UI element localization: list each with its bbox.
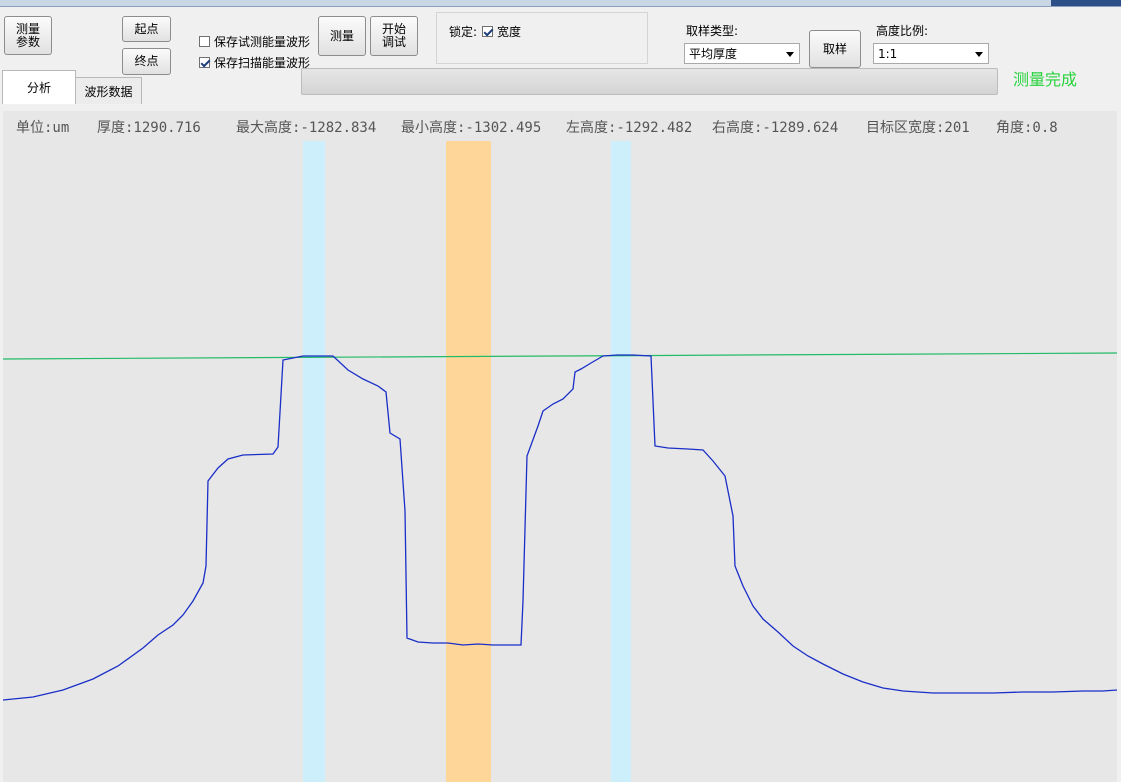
start-debug-button[interactable]: 开始 调试 (370, 16, 418, 56)
unit-text: 单位:um (16, 120, 70, 136)
tab-analysis[interactable]: 分析 (2, 70, 76, 104)
sample-button[interactable]: 取样 (809, 30, 861, 68)
thickness-text: 厚度:1290.716 (97, 120, 201, 136)
progress-bar (301, 68, 998, 95)
right-marker-band (611, 141, 631, 782)
height-ratio-select[interactable]: 1:1 (873, 43, 989, 64)
checkbox-box[interactable] (199, 36, 210, 47)
width-label: 宽度 (497, 25, 522, 39)
measure-params-button[interactable]: 测量 参数 (4, 16, 52, 55)
chevron-down-icon (786, 52, 794, 57)
save-scan-wave-checkbox[interactable]: 保存扫描能量波形 (199, 54, 310, 71)
checkbox-box[interactable] (199, 57, 210, 68)
waveform-plot (3, 141, 1117, 782)
height-ratio-label: 高度比例: (876, 24, 929, 38)
start-point-button[interactable]: 起点 (122, 16, 171, 42)
left-marker-band (303, 141, 325, 782)
status-text: 测量完成 (1013, 70, 1078, 89)
width-checkbox[interactable]: 宽度 (482, 23, 521, 40)
center-marker-band (446, 141, 491, 782)
measurement-info: 单位:um 厚度:1290.716 最大高度:-1282.834 最小高度:-1… (0, 117, 1121, 137)
max-height-text: 最大高度:-1282.834 (236, 120, 377, 136)
checkbox-box[interactable] (482, 26, 493, 37)
sampling-type-label: 取样类型: (686, 24, 739, 38)
right-height-text: 右高度:-1289.624 (712, 120, 839, 136)
tab-wave-data-label: 波形数据 (84, 84, 133, 99)
min-height-text: 最小高度:-1302.495 (401, 120, 542, 136)
save-test-wave-label: 保存试测能量波形 (214, 35, 311, 49)
measure-button[interactable]: 测量 (318, 16, 366, 56)
angle-text: 角度:0.8 (996, 120, 1058, 136)
tab-analysis-label: 分析 (26, 81, 51, 95)
left-height-text: 左高度:-1292.482 (566, 120, 693, 136)
waveform-line (3, 354, 1117, 701)
save-test-wave-checkbox[interactable]: 保存试测能量波形 (199, 33, 310, 50)
chevron-down-icon (975, 52, 983, 57)
tab-wave-data[interactable]: 波形数据 (75, 77, 142, 104)
toolbar: 测量 参数 起点 终点 保存试测能量波形 保存扫描能量波形 测量 开始 调试 锁… (0, 7, 1121, 111)
height-ratio-value: 1:1 (878, 46, 898, 61)
lock-label: 锁定: (449, 25, 478, 39)
save-scan-wave-label: 保存扫描能量波形 (214, 56, 311, 70)
window-top-strip (0, 0, 1121, 7)
target-width-text: 目标区宽度:201 (866, 120, 970, 136)
sampling-type-value: 平均厚度 (689, 47, 738, 61)
end-point-button[interactable]: 终点 (122, 48, 171, 75)
baseline-line (3, 352, 1117, 360)
sampling-type-select[interactable]: 平均厚度 (684, 43, 800, 64)
